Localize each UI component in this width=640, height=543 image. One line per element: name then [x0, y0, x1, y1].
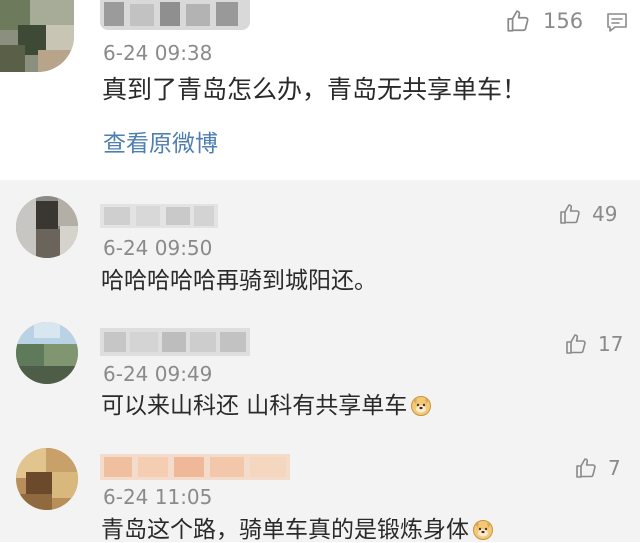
main-comment: 6-24 09:38 真到了青岛怎么办，青岛无共享单车！ 查看原微博 156: [0, 0, 640, 180]
avatar[interactable]: [16, 448, 78, 510]
like-button[interactable]: 156: [505, 8, 583, 34]
reply-text-content: 可以来山科还 山科有共享单车: [101, 393, 408, 419]
avatar[interactable]: [16, 322, 78, 384]
like-count: 7: [608, 456, 621, 480]
user-name[interactable]: [100, 204, 218, 228]
like-count: 17: [598, 332, 624, 356]
like-button[interactable]: 49: [558, 202, 617, 226]
user-name[interactable]: [100, 328, 250, 356]
reply-button[interactable]: [605, 10, 629, 38]
like-button[interactable]: 7: [574, 456, 621, 480]
replies-section: 6-24 09:50 哈哈哈哈哈再骑到城阳还。 49 6-24 09:49 可以…: [0, 180, 640, 542]
comment-icon: [607, 13, 627, 32]
reply-time: 6-24 09:50: [103, 236, 213, 260]
comment-time: 6-24 09:38: [103, 41, 213, 65]
reply-text: 哈哈哈哈哈再骑到城阳还。: [101, 268, 377, 294]
comment-text: 真到了青岛怎么办，青岛无共享单车！: [102, 75, 528, 104]
reply-time: 6-24 11:05: [103, 485, 213, 509]
avatar[interactable]: [16, 196, 78, 258]
thumbs-up-icon: [576, 458, 596, 478]
like-count: 49: [592, 202, 618, 226]
thumbs-up-icon: [560, 204, 580, 224]
like-button[interactable]: 17: [564, 332, 623, 356]
doge-emoji-icon: [411, 396, 432, 416]
user-name[interactable]: [100, 0, 250, 30]
reply-text: 可以来山科还 山科有共享单车: [101, 394, 432, 418]
user-name[interactable]: [100, 454, 290, 480]
reply-text: 青岛这个路，骑单车真的是锻炼身体: [101, 518, 494, 542]
like-count: 156: [543, 8, 584, 33]
view-original-link[interactable]: 查看原微博: [103, 133, 218, 156]
reply-time: 6-24 09:49: [103, 362, 213, 386]
thumbs-up-icon: [566, 334, 586, 354]
doge-emoji-icon: [473, 520, 493, 540]
thumbs-up-icon: [507, 10, 529, 32]
avatar[interactable]: [0, 0, 74, 72]
reply-text-content: 青岛这个路，骑单车真的是锻炼身体: [101, 517, 469, 543]
